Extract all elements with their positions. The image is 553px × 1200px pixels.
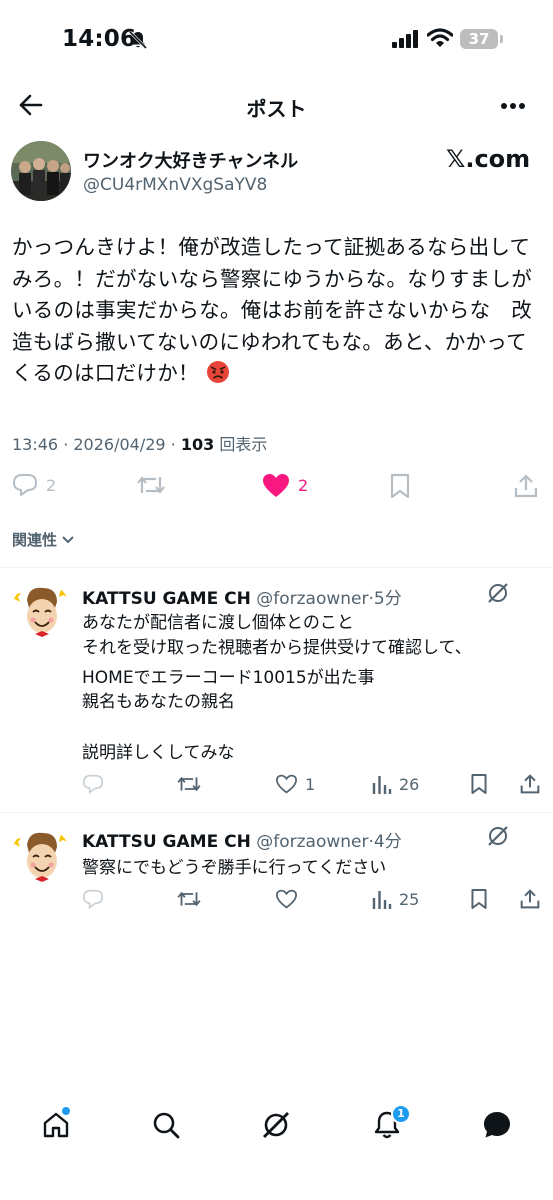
reply-author-name[interactable]: KATTSU GAME CH: [82, 832, 251, 852]
reply-icon: [82, 889, 104, 909]
reply-text-line: それを受け取った視聴者から提供受けて確認して、: [82, 638, 472, 658]
reply-reply-button[interactable]: [82, 774, 104, 794]
reply-time: 4分: [373, 832, 402, 852]
battery-tip: [500, 35, 503, 43]
post-views-label[interactable]: 回表示: [219, 435, 267, 454]
grok-icon: [263, 1112, 289, 1138]
grok-icon[interactable]: [487, 582, 509, 604]
bar-chart-icon: [372, 891, 392, 909]
bookmark-icon: [471, 774, 487, 794]
reply-text-line: 親名もあなたの親名: [82, 692, 235, 712]
reply-item[interactable]: KATTSU GAME CH @forzaowner·4分 警察にでもどうぞ勝手…: [0, 813, 553, 928]
reply-repost-button[interactable]: [176, 889, 202, 909]
nav-home[interactable]: [42, 1105, 72, 1139]
bar-chart-icon: [372, 776, 392, 794]
reply-icon: [13, 474, 37, 496]
x-com-badge: 𝕏.com: [446, 145, 531, 173]
reply-button[interactable]: 2: [12, 473, 56, 497]
post-time: 13:46: [12, 435, 59, 454]
reply-avatar[interactable]: [11, 582, 71, 642]
reply-share-button[interactable]: [520, 888, 540, 910]
post-text-content: かっつんきけよ！俺が改造したって証拠あるなら出してみろ。！だがないなら警察にゆう…: [12, 235, 532, 385]
reply-views-button[interactable]: 26: [372, 774, 419, 794]
post-meta: 13:46 · 2026/04/29 · 103 回表示: [12, 435, 268, 454]
page-title: ポスト: [246, 97, 307, 121]
reply-views-button[interactable]: 25: [372, 889, 419, 909]
author-avatar[interactable]: [11, 141, 71, 201]
reply-text-line: あなたが配信者に渡し個体とのこと: [82, 613, 354, 633]
chat-icon: [484, 1112, 510, 1138]
nav-messages[interactable]: [482, 1110, 512, 1140]
reply-author-name[interactable]: KATTSU GAME CH: [82, 589, 251, 609]
home-new-dot: [60, 1105, 72, 1117]
reply-like-button[interactable]: 1: [275, 774, 315, 794]
status-time: 14:06: [62, 26, 137, 52]
reply-text-line: HOMEでエラーコード10015が出た事: [82, 668, 375, 688]
wifi-icon: [427, 28, 453, 48]
reply-bookmark-button[interactable]: [470, 773, 488, 795]
reply-avatar[interactable]: [11, 827, 71, 887]
reply-icon: [82, 774, 104, 794]
reply-share-button[interactable]: [520, 773, 540, 795]
nav-notifications[interactable]: 1: [373, 1104, 411, 1140]
sort-label: 関連性: [12, 531, 58, 549]
nav-search[interactable]: [152, 1111, 180, 1139]
bell-off-icon: [128, 30, 148, 50]
repost-icon: [177, 891, 201, 907]
reply-view-count: 25: [399, 889, 420, 909]
reply-reply-button[interactable]: [82, 889, 104, 909]
reply-count: 2: [46, 475, 57, 495]
search-icon: [153, 1112, 180, 1139]
more-options-button[interactable]: [500, 102, 526, 110]
heart-filled-icon: [263, 474, 289, 497]
heart-icon: [276, 774, 297, 794]
repost-icon: [177, 776, 201, 792]
reply-like-button[interactable]: [275, 889, 305, 909]
reply-text-line: 説明詳しくしてみな: [82, 743, 235, 763]
reply-header: KATTSU GAME CH @forzaowner·5分: [82, 584, 402, 609]
angry-face-icon: [206, 360, 230, 384]
bookmark-icon: [471, 889, 487, 909]
repost-icon: [137, 476, 165, 494]
heart-icon: [276, 889, 297, 909]
reply-author-handle[interactable]: @forzaowner: [256, 589, 368, 609]
share-button[interactable]: [514, 473, 538, 499]
signal-icon: [392, 30, 420, 48]
like-count: 2: [298, 476, 309, 495]
author-name[interactable]: ワンオク大好きチャンネル: [83, 147, 298, 173]
share-icon: [514, 474, 538, 498]
bookmark-icon: [390, 473, 410, 499]
reply-bookmark-button[interactable]: [470, 888, 488, 910]
share-icon: [520, 889, 540, 909]
reply-view-count: 26: [399, 774, 420, 794]
reply-repost-button[interactable]: [176, 774, 202, 794]
share-icon: [520, 774, 540, 794]
battery-level: 37: [460, 29, 498, 49]
reply-text-line: 警察にでもどうぞ勝手に行ってください: [82, 858, 387, 878]
chevron-down-icon: [62, 535, 74, 543]
post-date: 2026/04/29: [73, 435, 166, 454]
reply-header: KATTSU GAME CH @forzaowner·4分: [82, 827, 402, 852]
reply-time: 5分: [373, 589, 402, 609]
more-dots-icon: [501, 103, 525, 109]
like-button[interactable]: 2: [262, 473, 308, 498]
bookmark-button[interactable]: [389, 473, 411, 499]
grok-icon[interactable]: [487, 825, 509, 847]
sort-relevance-dropdown[interactable]: 関連性: [12, 529, 75, 550]
reply-item[interactable]: KATTSU GAME CH @forzaowner·5分 あなたが配信者に渡し…: [0, 568, 553, 812]
repost-button[interactable]: [136, 473, 166, 497]
notification-badge: 1: [391, 1104, 411, 1124]
reply-author-handle[interactable]: @forzaowner: [256, 832, 368, 852]
nav-grok[interactable]: [262, 1111, 290, 1139]
reply-like-count: 1: [305, 774, 316, 794]
post-views-count: 103: [180, 435, 215, 454]
post-text: かっつんきけよ！俺が改造したって証拠あるなら出してみろ。！だがないなら警察にゆう…: [12, 232, 547, 390]
author-handle[interactable]: @CU4rMXnVXgSaYV8: [83, 175, 267, 195]
